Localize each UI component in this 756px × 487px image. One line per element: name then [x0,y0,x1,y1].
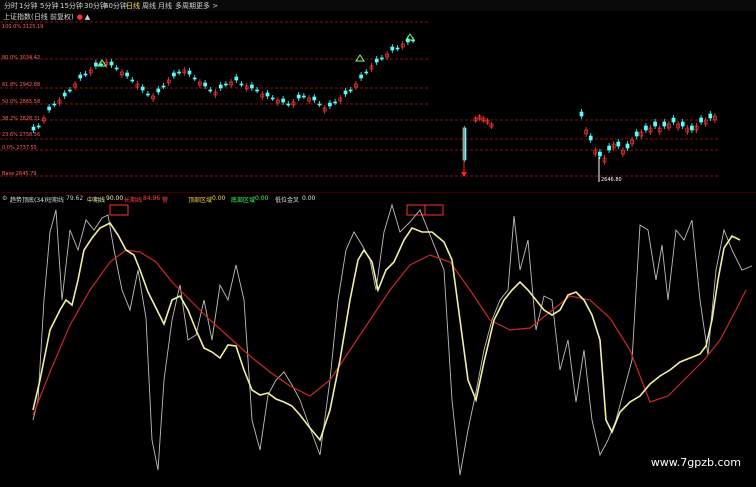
top-signal-box [109,204,129,216]
top-signal-box [424,204,444,216]
watermark: www.7gpzb.com [650,456,741,469]
top-signal-box [406,204,426,216]
long-term-line [32,249,747,416]
indicator-chart[interactable] [0,0,756,487]
